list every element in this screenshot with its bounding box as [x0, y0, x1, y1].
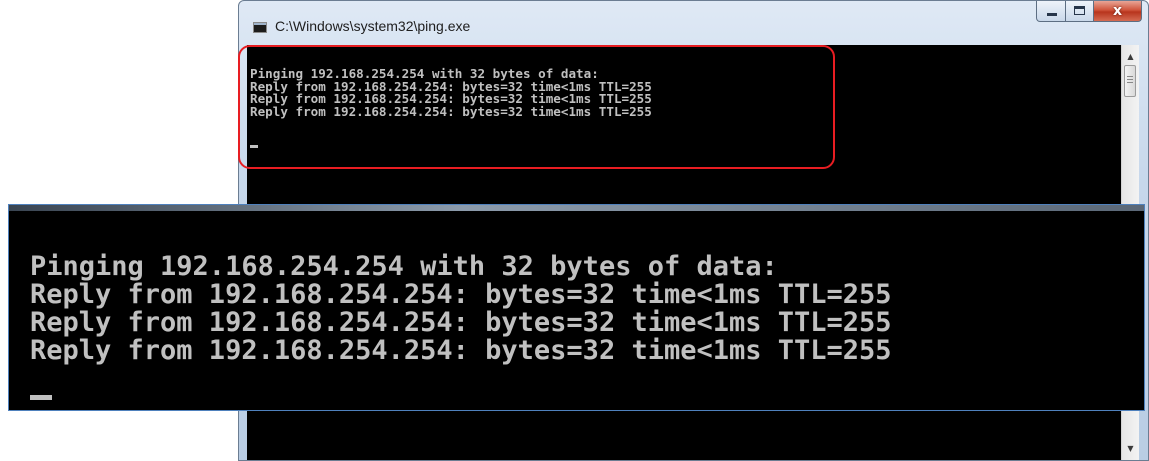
grip-icon: [1127, 76, 1133, 85]
console-app-icon[interactable]: [253, 22, 267, 33]
scroll-down-icon[interactable]: ▼: [1122, 440, 1139, 457]
minimize-button[interactable]: [1036, 1, 1066, 22]
zoomed-console-output: Pinging 192.168.254.254 with 32 bytes of…: [30, 253, 892, 365]
close-icon: x: [1112, 3, 1123, 19]
maximize-icon: [1074, 6, 1085, 15]
zoom-line: Reply from 192.168.254.254: bytes=32 tim…: [30, 279, 892, 310]
scroll-thumb[interactable]: [1124, 65, 1136, 97]
minimize-icon: [1047, 13, 1057, 16]
red-highlight-box: [238, 45, 835, 169]
close-button[interactable]: x: [1094, 1, 1142, 22]
zoomed-console-callout: Pinging 192.168.254.254 with 32 bytes of…: [8, 204, 1145, 411]
scroll-up-icon[interactable]: ▲: [1122, 48, 1139, 65]
title-bar[interactable]: C:\Windows\system32\ping.exe x: [239, 1, 1148, 45]
zoom-line: Reply from 192.168.254.254: bytes=32 tim…: [30, 307, 892, 338]
maximize-button[interactable]: [1066, 1, 1094, 22]
zoom-line: Pinging 192.168.254.254 with 32 bytes of…: [30, 251, 778, 282]
zoom-line: Reply from 192.168.254.254: bytes=32 tim…: [30, 335, 892, 366]
window-title: C:\Windows\system32\ping.exe: [275, 18, 471, 34]
zoomed-text-cursor: [30, 395, 52, 400]
caption-buttons: x: [1036, 1, 1142, 22]
